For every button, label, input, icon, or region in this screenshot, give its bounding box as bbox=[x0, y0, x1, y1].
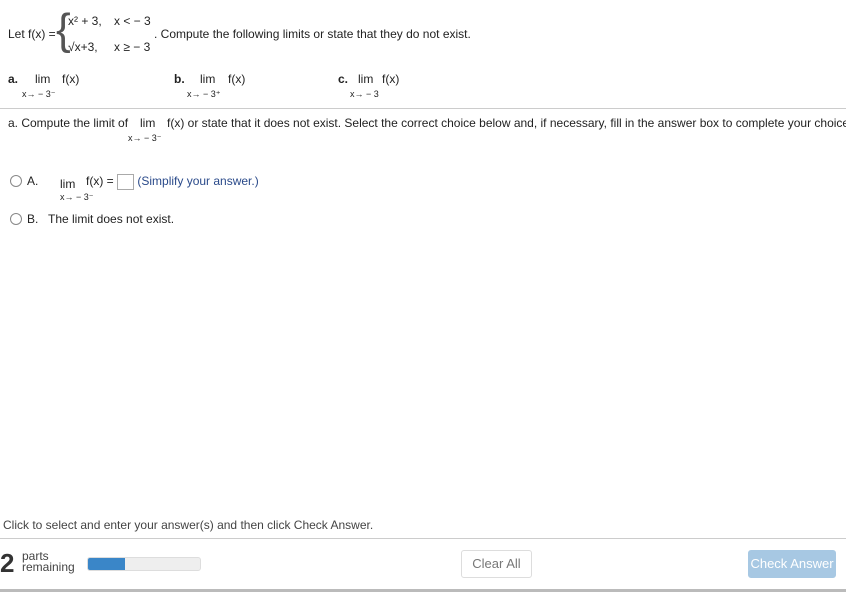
clear-all-button[interactable]: Clear All bbox=[461, 550, 532, 578]
let-label: Let f(x) = bbox=[8, 27, 56, 41]
progress-fill bbox=[88, 558, 125, 570]
progress-bar bbox=[87, 557, 201, 571]
piece1-expr: x² + 3, bbox=[68, 14, 102, 28]
radio-a[interactable] bbox=[10, 175, 22, 187]
part-letter: a. bbox=[8, 72, 19, 86]
hint: (Simplify your answer.) bbox=[137, 174, 259, 189]
piece1-cond: x < − 3 bbox=[114, 14, 151, 28]
radio-b[interactable] bbox=[10, 213, 22, 225]
lim: lim bbox=[358, 72, 374, 86]
question-suffix: f(x) or state that it does not exist. Se… bbox=[167, 116, 846, 130]
approach: x→ − 3⁻ bbox=[60, 192, 94, 202]
part-letter: c. bbox=[338, 72, 349, 86]
question-prefix: a. Compute the limit of bbox=[8, 116, 129, 130]
check-answer-button[interactable]: Check Answer bbox=[748, 550, 836, 578]
lim: lim bbox=[60, 177, 76, 191]
piece2-expr: √x+3, bbox=[68, 40, 98, 54]
answer-input[interactable] bbox=[117, 174, 135, 190]
answer-line: f(x) = (Simplify your answer.) bbox=[86, 174, 259, 190]
instruction: . Compute the following limits or state … bbox=[154, 27, 471, 41]
choice-letter: A. bbox=[27, 174, 39, 188]
fn: f(x) bbox=[62, 72, 80, 86]
lim: lim bbox=[140, 116, 156, 130]
lim: lim bbox=[35, 72, 51, 86]
approach: x→ − 3⁻ bbox=[128, 133, 162, 143]
divider bbox=[0, 108, 846, 109]
parts-label-line2: remaining bbox=[22, 560, 75, 574]
piece2-cond: x ≥ − 3 bbox=[114, 40, 151, 54]
choice-letter: B. bbox=[27, 212, 39, 226]
lim: lim bbox=[200, 72, 216, 86]
approach: x→ − 3⁺ bbox=[187, 89, 221, 99]
choice-text: The limit does not exist. bbox=[48, 212, 175, 226]
parts-label: parts remaining bbox=[22, 550, 75, 574]
fn: f(x) bbox=[382, 72, 400, 86]
fn: f(x) bbox=[228, 72, 246, 86]
approach: x→ − 3 bbox=[350, 89, 379, 99]
bottom-border bbox=[0, 589, 846, 592]
footer-instruction: Click to select and enter your answer(s)… bbox=[3, 518, 374, 532]
fn: f(x) = bbox=[86, 174, 114, 189]
part-letter: b. bbox=[174, 72, 185, 86]
parts-count: 2 bbox=[0, 548, 15, 578]
approach: x→ − 3⁻ bbox=[22, 89, 56, 99]
divider bbox=[0, 538, 846, 539]
